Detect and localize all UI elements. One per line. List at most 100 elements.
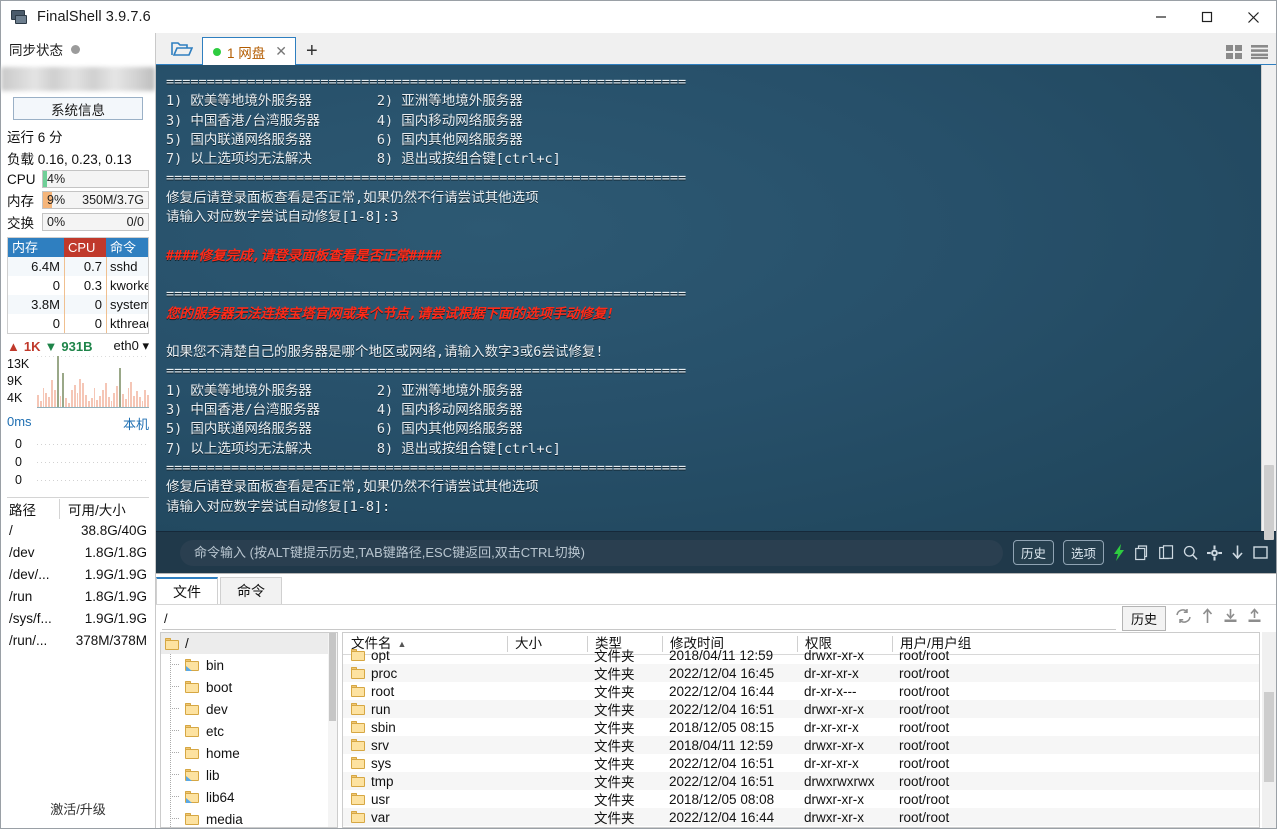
process-row[interactable]: 00kthreadd <box>8 314 148 333</box>
paste-icon[interactable] <box>1159 544 1174 561</box>
copy-icon[interactable] <box>1135 544 1150 561</box>
grid-layout-icon[interactable] <box>1226 45 1243 64</box>
tree-root-label: / <box>185 636 189 651</box>
table-row[interactable]: run 文件夹 2022/12/04 16:51 drwxr-xr-x root/roo… <box>343 700 1259 718</box>
disk-row[interactable]: /dev 1.8G/1.8G <box>7 541 149 563</box>
file-owner: root/root <box>899 773 950 789</box>
file-permissions: dr-xr-xr-x <box>804 719 859 735</box>
finalshell-window: FinalShell 3.9.7.6 同步状态 系统信息 运行 6 分 负载 0… <box>0 0 1277 829</box>
disk-row[interactable]: /run/... 378M/378M <box>7 629 149 651</box>
network-down-icon: ▼ <box>44 338 58 354</box>
scrollbar-thumb[interactable] <box>329 633 336 721</box>
tree-item-bin[interactable]: bin <box>161 654 337 676</box>
terminal-line: 7) 以上选项均无法解决 8) 退出或按组合键[ctrl+c] <box>166 440 561 457</box>
disk-path: /dev <box>9 544 35 560</box>
terminal-line: 您的服务器无法连接宝塔官网或某个节点,请尝试根据下面的选项手动修复! <box>166 305 615 322</box>
terminal-line: 1) 欧美等地境外服务器 2) 亚洲等地境外服务器 <box>166 93 523 110</box>
disk-row[interactable]: / 38.8G/40G <box>7 519 149 541</box>
table-row[interactable]: sys 文件夹 2022/12/04 16:51 dr-xr-xr-x root/roo… <box>343 754 1259 772</box>
minimize-button[interactable] <box>1138 1 1184 33</box>
process-row[interactable]: 6.4M 0.7 sshd <box>8 257 148 276</box>
network-bar <box>130 381 133 407</box>
file-name-cell: run <box>343 702 507 717</box>
close-icon[interactable]: ✕ <box>275 43 287 60</box>
system-info-button[interactable]: 系统信息 <box>13 97 143 120</box>
table-row[interactable]: proc 文件夹 2022/12/04 16:45 dr-xr-xr-x root/ro… <box>343 664 1259 682</box>
scrollbar-thumb[interactable] <box>1264 465 1274 540</box>
process-table-header[interactable]: 内存 CPU 命令 <box>8 238 148 257</box>
network-bar <box>48 397 51 407</box>
table-row[interactable]: tmp 文件夹 2022/12/04 16:51 drwxrwxrwx root/roo… <box>343 772 1259 790</box>
table-row[interactable]: srv 文件夹 2018/04/11 12:59 drwxr-xr-x root/roo… <box>343 736 1259 754</box>
table-row[interactable]: sbin 文件夹 2018/12/05 08:15 dr-xr-xr-x root/ro… <box>343 718 1259 736</box>
maximize-button[interactable] <box>1184 1 1230 33</box>
network-bar <box>79 379 82 407</box>
tree-item-dev[interactable]: dev <box>161 698 337 720</box>
tree-root-item[interactable]: / <box>161 633 337 654</box>
disk-row[interactable]: /sys/f... 1.9G/1.9G <box>7 607 149 629</box>
tree-scrollbar[interactable] <box>328 633 337 827</box>
search-icon[interactable] <box>1183 545 1198 561</box>
file-panel-tabs: 文件 命令 <box>156 574 1276 604</box>
process-cmd: sshd <box>106 257 148 276</box>
tree-item-boot[interactable]: boot <box>161 676 337 698</box>
tab-commands[interactable]: 命令 <box>220 577 282 604</box>
close-button[interactable] <box>1230 1 1276 33</box>
disk-row[interactable]: /dev/... 1.9G/1.9G <box>7 563 149 585</box>
gear-icon[interactable] <box>1207 545 1222 561</box>
tree-item-label: etc <box>206 723 225 739</box>
refresh-icon[interactable] <box>1175 608 1192 629</box>
meter-detail: 0/0 <box>126 215 144 229</box>
session-tab-1[interactable]: 1 网盘 ✕ <box>202 37 296 65</box>
command-options-button[interactable]: 选项 <box>1062 540 1104 565</box>
terminal-line: 3) 中国香港/台湾服务器 4) 国内移动网络服务器 <box>166 112 523 129</box>
file-name: var <box>371 809 390 825</box>
network-bar <box>124 399 127 407</box>
table-row[interactable]: var 文件夹 2022/12/04 16:44 drwxr-xr-x root/roo… <box>343 808 1259 826</box>
terminal-scrollbar[interactable] <box>1261 65 1276 540</box>
process-row[interactable]: 0 0.3kworker <box>8 276 148 295</box>
network-bar <box>90 398 93 407</box>
network-interface-select[interactable]: eth0 ▾ <box>114 338 149 354</box>
scrollbar-thumb[interactable] <box>1264 692 1274 782</box>
tree-item-lib64[interactable]: lib64 <box>161 786 337 808</box>
network-chart-plot <box>37 356 149 408</box>
tree-item-home[interactable]: home <box>161 742 337 764</box>
download-icon[interactable] <box>1223 608 1238 629</box>
open-folder-icon[interactable] <box>162 34 202 64</box>
up-level-icon[interactable] <box>1201 608 1214 629</box>
disk-row[interactable]: /run 1.8G/1.9G <box>7 585 149 607</box>
net-y-0: 13K <box>7 357 30 371</box>
tab-files[interactable]: 文件 <box>156 577 218 604</box>
disk-size: 38.8G/40G <box>80 522 147 538</box>
process-col-cpu[interactable]: CPU <box>64 238 106 257</box>
process-col-mem[interactable]: 内存 <box>8 238 64 257</box>
table-row[interactable]: root 文件夹 2022/12/04 16:44 dr-xr-x--- root/ro… <box>343 682 1259 700</box>
file-mtime: 2022/12/04 16:51 <box>669 755 775 771</box>
command-history-button[interactable]: 历史 <box>1012 540 1054 565</box>
network-bar <box>51 380 53 407</box>
file-history-button[interactable]: 历史 <box>1121 606 1166 631</box>
tree-item-lib[interactable]: lib <box>161 764 337 786</box>
terminal-output[interactable]: ========================================… <box>156 65 1261 531</box>
new-tab-button[interactable]: + <box>296 38 328 64</box>
command-input[interactable] <box>180 539 1003 566</box>
process-row[interactable]: 3.8M 0systemd <box>8 295 148 314</box>
network-bar <box>37 394 39 407</box>
tree-item-etc[interactable]: etc <box>161 720 337 742</box>
list-layout-icon[interactable] <box>1251 45 1268 64</box>
tree-item-media[interactable]: media <box>161 808 337 827</box>
process-col-cmd[interactable]: 命令 <box>106 238 148 257</box>
file-path-input[interactable] <box>162 607 1116 630</box>
network-bar <box>138 397 141 407</box>
upload-icon[interactable] <box>1247 608 1262 629</box>
table-row[interactable]: opt 文件夹 2018/04/11 12:59 drwxr-xr-x root/roo… <box>343 646 1259 664</box>
bolt-icon[interactable] <box>1113 544 1126 561</box>
window-icon[interactable] <box>1253 545 1268 560</box>
table-row[interactable]: usr 文件夹 2018/12/05 08:08 drwxr-xr-x root/roo… <box>343 790 1259 808</box>
download-icon[interactable] <box>1231 545 1244 561</box>
activate-upgrade-link[interactable]: 激活/升级 <box>1 793 155 828</box>
file-list-scrollbar[interactable] <box>1262 632 1276 828</box>
file-mtime: 2018/04/11 12:59 <box>669 647 774 663</box>
window-title: FinalShell 3.9.7.6 <box>37 9 151 25</box>
